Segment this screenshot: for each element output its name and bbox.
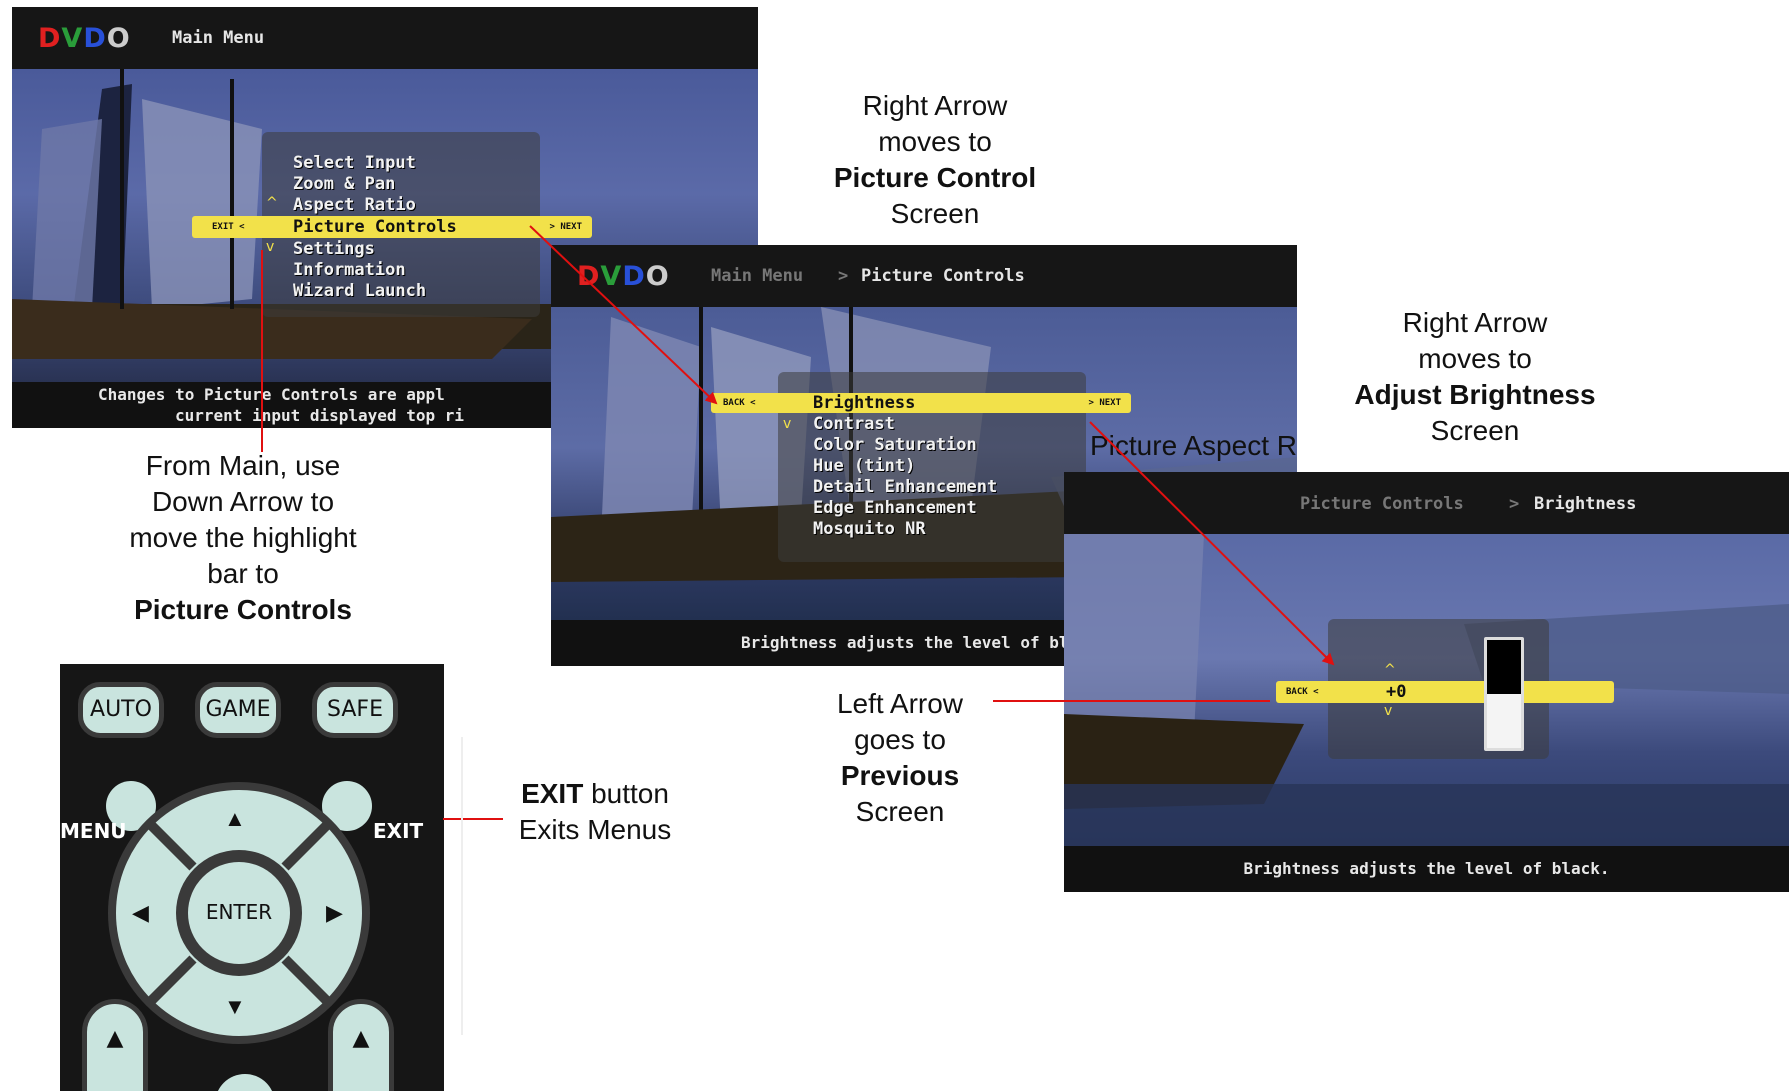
auto-button[interactable]: AUTO <box>78 682 164 738</box>
brightness-footer-text: Brightness adjusts the level of black. <box>1243 859 1610 878</box>
brightness-footer: Brightness adjusts the level of black. <box>1064 846 1789 892</box>
volume-up-button[interactable]: ▲ <box>328 999 394 1091</box>
breadcrumb-parent: Picture Controls <box>1300 494 1464 514</box>
dvdo-logo: DVDO <box>38 23 131 54</box>
enter-label: ENTER <box>205 900 273 924</box>
up-arrow-icon: ▲ <box>352 1026 370 1051</box>
back-tag: BACK < <box>723 398 756 408</box>
game-button[interactable]: GAME <box>195 682 281 738</box>
menu-item-aspect-ratio[interactable]: Aspect Ratio <box>293 195 416 215</box>
menu-item-contrast[interactable]: Contrast <box>813 414 895 434</box>
dvdo-logo: DVDO <box>577 261 670 292</box>
brightness-slider[interactable] <box>1484 637 1524 751</box>
up-caret-icon: ^ <box>1384 662 1396 678</box>
menu-item-zoom-pan[interactable]: Zoom & Pan <box>293 174 395 194</box>
picture-highlight-bar[interactable]: BACK < Brightness > NEXT <box>711 393 1131 413</box>
caption-right-arrow-1: Right Arrow moves to Picture Control Scr… <box>833 90 1037 229</box>
caption-from-main: From Main, use Down Arrow to move the hi… <box>129 450 357 625</box>
brightness-header: Picture Controls > Brightness <box>1064 472 1789 534</box>
picture-footer-text: Brightness adjusts the level of black. <box>740 633 1108 652</box>
down-caret-icon: v <box>1384 703 1393 719</box>
picture-controls-header: DVDO Main Menu > Picture Controls <box>551 245 1297 307</box>
highlight-label: Picture Controls <box>293 217 457 237</box>
caption-exit-button: EXIT button Exits Menus <box>518 778 672 845</box>
up-arrow-icon: ▲ <box>106 1026 124 1051</box>
next-tag: > NEXT <box>1088 398 1121 408</box>
menu-item-edge-enhancement[interactable]: Edge Enhancement <box>813 498 977 518</box>
brightness-highlight-bar[interactable]: BACK < +0 <box>1276 681 1614 703</box>
exit-label: EXIT <box>373 819 424 843</box>
menu-item-select-input[interactable]: Select Input <box>293 153 416 173</box>
dpad: ENTER ▲ ▼ ◀ ▶ <box>108 782 370 1044</box>
menu-item-wizard-launch[interactable]: Wizard Launch <box>293 281 426 301</box>
main-menu-header: DVDO Main Menu <box>12 7 758 69</box>
menu-item-detail-enhancement[interactable]: Detail Enhancement <box>813 477 997 497</box>
down-caret-icon: v <box>266 239 275 255</box>
menu-item-color-saturation[interactable]: Color Saturation <box>813 435 977 455</box>
breadcrumb-parent: Main Menu <box>711 266 804 286</box>
menu-item-mosquito-nr[interactable]: Mosquito NR <box>813 519 926 539</box>
exit-tag: EXIT < <box>212 222 245 232</box>
main-highlight-bar[interactable]: EXIT < Picture Controls > NEXT <box>192 216 592 238</box>
safe-button[interactable]: SAFE <box>312 682 398 738</box>
breadcrumb-separator: > <box>838 266 849 286</box>
caption-right-arrow-2: Right Arrow moves to Adjust Brightness S… <box>1354 307 1596 446</box>
breadcrumb-current: Picture Controls <box>861 266 1025 286</box>
back-tag: BACK < <box>1286 687 1319 697</box>
right-arrow-icon[interactable]: ▶ <box>326 900 343 926</box>
down-caret-icon: v <box>783 416 792 432</box>
menu-item-settings[interactable]: Settings <box>293 239 375 259</box>
caption-left-arrow: Left Arrow goes to Previous Screen <box>836 688 964 827</box>
main-footer-line-2: current input displayed top ri <box>175 406 464 425</box>
left-arrow-icon[interactable]: ◀ <box>132 900 149 926</box>
bottom-button[interactable] <box>215 1074 275 1091</box>
brightness-screen: Picture Controls > Brightness BACK < +0 … <box>1064 472 1789 892</box>
brightness-slider-fill <box>1487 694 1521 748</box>
remote-control: AUTO GAME SAFE MENU EXIT ENTER ▲ ▼ ◀ ▶ ▲… <box>60 664 444 1091</box>
menu-item-information[interactable]: Information <box>293 260 406 280</box>
menu-item-hue[interactable]: Hue (tint) <box>813 456 915 476</box>
brightness-value: +0 <box>1386 682 1407 702</box>
channel-up-button[interactable]: ▲ <box>82 999 148 1091</box>
breadcrumb-current: Brightness <box>1534 494 1637 514</box>
next-tag: > NEXT <box>549 222 582 232</box>
highlight-label: Brightness <box>813 393 916 413</box>
breadcrumb-separator: > <box>1509 494 1520 514</box>
up-arrow-icon[interactable]: ▲ <box>224 806 246 832</box>
stray-text: Picture Aspect R <box>1090 430 1297 461</box>
down-arrow-icon[interactable]: ▼ <box>224 994 246 1020</box>
main-footer-line-1: Changes to Picture Controls are appl <box>98 385 445 404</box>
up-caret-icon: ^ <box>266 195 278 211</box>
main-menu-title: Main Menu <box>172 28 265 48</box>
